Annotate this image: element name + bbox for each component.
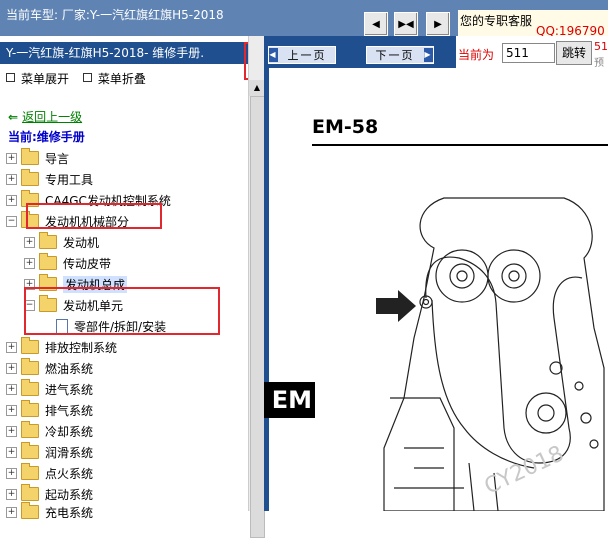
next-page-button[interactable]: 下一页 ▶ xyxy=(366,46,434,64)
folder-icon xyxy=(39,232,57,249)
page-number-input[interactable]: 511 xyxy=(502,43,555,63)
folder-icon xyxy=(21,379,39,396)
tree-label[interactable]: 润滑系统 xyxy=(45,444,93,461)
expand-toggle-icon[interactable]: + xyxy=(6,404,17,416)
folder-icon xyxy=(21,400,39,417)
tree-label[interactable]: 专用工具 xyxy=(45,171,93,188)
tree-item[interactable]: + 点火系统 xyxy=(6,463,93,483)
expand-toggle-icon[interactable]: + xyxy=(6,488,17,500)
jump-button[interactable]: 跳转 xyxy=(556,41,592,65)
expand-toggle-icon[interactable]: + xyxy=(6,425,17,437)
tree-label[interactable]: 起动系统 xyxy=(45,486,93,503)
left-scrollbar[interactable]: ▲ xyxy=(248,36,265,538)
folder-icon xyxy=(21,502,39,519)
tree-item[interactable]: + 冷却系统 xyxy=(6,421,93,441)
tree-label[interactable]: 点火系统 xyxy=(45,465,93,482)
folder-icon xyxy=(21,148,39,165)
prev-icon[interactable]: ◀ xyxy=(364,12,388,36)
scroll-up-icon[interactable]: ▲ xyxy=(249,80,265,96)
back-arrow-icon: ⇐ xyxy=(8,110,19,124)
tree-item[interactable]: + 发动机 xyxy=(24,232,99,252)
manual-title: Y-一汽红旗-红旗H5-2018- 维修手册. xyxy=(0,42,266,64)
collapse-toggle-icon[interactable]: − xyxy=(6,215,17,227)
folder-icon xyxy=(39,253,57,270)
expand-toggle-icon[interactable]: + xyxy=(24,236,35,248)
prev-arrow-icon: ◀ xyxy=(269,48,278,62)
expand-toggle-icon[interactable]: + xyxy=(6,383,17,395)
expand-toggle-icon[interactable]: + xyxy=(6,341,17,353)
folder-icon xyxy=(21,484,39,501)
folder-icon xyxy=(21,421,39,438)
back-label[interactable]: 返回上一级 xyxy=(22,110,82,124)
annotation-box xyxy=(26,203,162,229)
tree-label[interactable]: 导言 xyxy=(45,150,69,167)
tree-item[interactable]: + 润滑系统 xyxy=(6,442,93,462)
tree-item[interactable]: + 排放控制系统 xyxy=(6,337,117,357)
tree-item[interactable]: + 传动皮带 xyxy=(24,253,111,273)
back-link[interactable]: ⇐ 返回上一级 xyxy=(8,108,82,125)
page-info: 当前为 511 跳转 51 预 xyxy=(456,36,608,69)
tree-item[interactable]: + 专用工具 xyxy=(6,169,93,189)
annotation-box xyxy=(24,287,220,335)
current-page-label: 当前为 xyxy=(458,48,495,62)
tree-item[interactable]: + 充电系统 xyxy=(6,502,93,522)
tree-label[interactable]: 传动皮带 xyxy=(63,255,111,272)
next-arrow-icon: ▶ xyxy=(424,48,433,62)
folder-icon xyxy=(21,358,39,375)
prev-page-label: 上一页 xyxy=(287,49,327,62)
document-view: EM-58 EM CY2018 xyxy=(264,68,608,511)
tree-label[interactable]: 排气系统 xyxy=(45,402,93,419)
fit-icon[interactable]: ▶◀ xyxy=(394,12,418,36)
tree-label[interactable]: 进气系统 xyxy=(45,381,93,398)
next-page-label: 下一页 xyxy=(375,49,415,62)
menu-expand[interactable]: 菜单展开 xyxy=(21,72,69,86)
menu-options: 菜单展开 菜单折叠 xyxy=(6,70,146,87)
tree-item[interactable]: + 进气系统 xyxy=(6,379,93,399)
tree-item[interactable]: + 导言 xyxy=(6,148,69,168)
tree-item[interactable]: + 排气系统 xyxy=(6,400,93,420)
tree-label[interactable]: 冷却系统 xyxy=(45,423,93,440)
collapse-icon xyxy=(82,73,92,82)
expand-toggle-icon[interactable]: + xyxy=(6,173,17,185)
scroll-thumb[interactable] xyxy=(250,96,265,538)
tree-label[interactable]: 发动机 xyxy=(63,234,99,251)
expand-toggle-icon[interactable]: + xyxy=(6,446,17,458)
expand-toggle-icon[interactable]: + xyxy=(6,362,17,374)
current-location: 当前:维修手册 xyxy=(8,130,85,144)
folder-icon xyxy=(21,442,39,459)
expand-toggle-icon[interactable]: + xyxy=(6,152,17,164)
folder-icon xyxy=(21,169,39,186)
tree-label[interactable]: 燃油系统 xyxy=(45,360,93,377)
expand-toggle-icon[interactable]: + xyxy=(24,257,35,269)
folder-icon xyxy=(21,463,39,480)
page-hint-sub: 预 xyxy=(594,58,604,69)
tree-item[interactable]: + 燃油系统 xyxy=(6,358,93,378)
prev-page-button[interactable]: ◀ 上一页 xyxy=(268,46,336,64)
tree-item[interactable]: + 起动系统 xyxy=(6,484,93,504)
service-label: 您的专职客服 xyxy=(460,14,533,28)
expand-toggle-icon[interactable]: + xyxy=(6,194,17,206)
tree-label[interactable]: 排放控制系统 xyxy=(45,339,117,356)
expand-toggle-icon[interactable]: + xyxy=(6,467,17,479)
tree-label[interactable]: 充电系统 xyxy=(45,504,93,521)
folder-icon xyxy=(21,337,39,354)
expand-icon xyxy=(6,73,15,82)
car-model-info: 当前车型: 厂家:Y-一汽红旗红旗H5-2018 xyxy=(6,8,224,22)
next-icon[interactable]: ▶ xyxy=(426,12,450,36)
expand-toggle-icon[interactable]: + xyxy=(6,506,17,518)
page-hint: 51 xyxy=(594,40,608,53)
menu-collapse[interactable]: 菜单折叠 xyxy=(98,72,146,86)
